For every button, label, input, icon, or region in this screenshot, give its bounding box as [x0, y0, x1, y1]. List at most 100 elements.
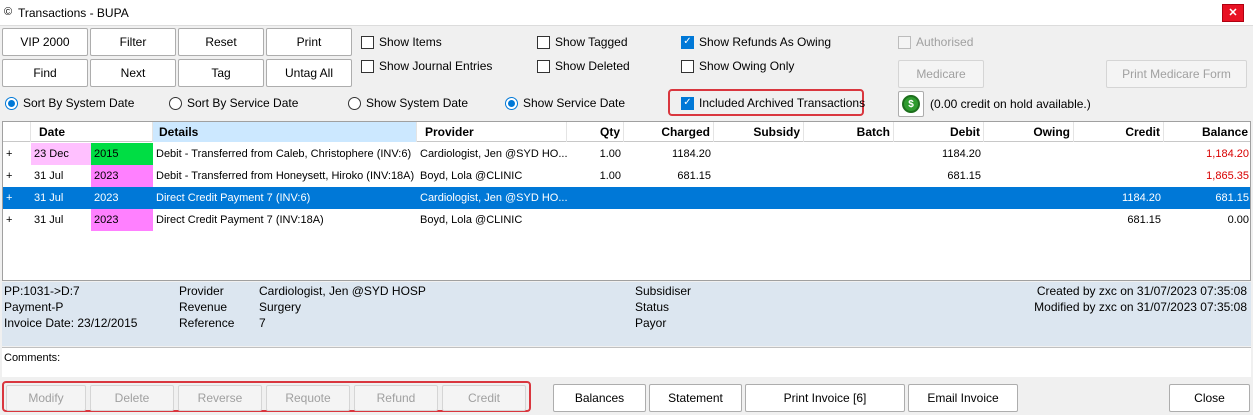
checkbox-box[interactable]	[537, 59, 550, 73]
row-provider: Cardiologist, Jen @SYD HO...	[420, 148, 567, 160]
untag-all-button[interactable]: Untag All	[266, 59, 352, 87]
transactions-grid[interactable]: Date Details Provider Qty Charged Subsid…	[2, 121, 1251, 281]
header-expand	[3, 122, 31, 142]
header-debit[interactable]: Debit	[894, 122, 984, 142]
provider-label: Provider	[179, 284, 224, 298]
header-owing[interactable]: Owing	[984, 122, 1074, 142]
show-tagged-checkbox[interactable]: Show Tagged	[537, 35, 628, 49]
email-invoice-button[interactable]: Email Invoice	[908, 384, 1018, 412]
row-details: Direct Credit Payment 7 (INV:6)	[156, 192, 311, 204]
checkbox-box[interactable]	[361, 59, 374, 73]
header-batch[interactable]: Batch	[804, 122, 894, 142]
row-details: Debit - Transferred from Caleb, Christop…	[156, 148, 412, 160]
payor-label: Payor	[635, 316, 667, 330]
sort-service-date-radio[interactable]: Sort By Service Date	[169, 96, 298, 110]
invoice-date: Invoice Date: 23/12/2015	[4, 316, 138, 330]
checkbox-box[interactable]	[537, 35, 550, 49]
expand-icon[interactable]: +	[3, 165, 31, 187]
print-invoice-button[interactable]: Print Invoice [6]	[745, 384, 905, 412]
close-button[interactable]: Close	[1169, 384, 1250, 412]
modified-info: Modified by zxc on 31/07/2023 07:35:08	[1034, 300, 1247, 314]
row-date: 31 Jul	[34, 192, 64, 204]
checkmark-icon[interactable]: ✓	[681, 96, 694, 110]
header-credit[interactable]: Credit	[1074, 122, 1164, 142]
table-row-selected[interactable]: + 31 Jul 2023 Direct Credit Payment 7 (I…	[3, 187, 1250, 209]
row-debit: 681.15	[947, 170, 981, 182]
find-button[interactable]: Find	[2, 59, 88, 87]
header-balance[interactable]: Balance	[1164, 122, 1250, 142]
authorised-label: Authorised	[916, 35, 974, 49]
row-details: Debit - Transferred from Honeysett, Hiro…	[156, 170, 415, 182]
comments-area[interactable]: Comments:	[2, 347, 1251, 377]
status-label: Status	[635, 300, 670, 314]
credit-hold-button[interactable]: $	[898, 91, 924, 117]
row-balance: 1,865.35	[1206, 170, 1249, 182]
table-row[interactable]: + 23 Dec 2015 Debit - Transferred from C…	[3, 143, 1250, 165]
next-button[interactable]: Next	[90, 59, 176, 87]
expand-icon[interactable]: +	[3, 187, 31, 209]
reset-button[interactable]: Reset	[178, 28, 264, 56]
included-archived-checkbox[interactable]: ✓ Included Archived Transactions	[681, 96, 865, 110]
checkmark-icon[interactable]: ✓	[681, 35, 694, 49]
filter-button[interactable]: Filter	[90, 28, 176, 56]
header-details[interactable]: Details	[153, 122, 417, 142]
medicare-button[interactable]: Medicare	[898, 60, 984, 88]
row-date: 23 Dec	[31, 143, 91, 165]
row-qty: 1.00	[599, 170, 621, 182]
expand-icon[interactable]: +	[3, 209, 31, 231]
balances-button[interactable]: Balances	[553, 384, 646, 412]
table-row[interactable]: + 31 Jul 2023 Debit - Transferred from H…	[3, 165, 1250, 187]
table-row[interactable]: + 31 Jul 2023 Direct Credit Payment 7 (I…	[3, 209, 1250, 231]
row-date: 31 Jul	[34, 170, 64, 182]
credit-button[interactable]: Credit	[442, 385, 526, 411]
transaction-details-panel: PP:1031->D:7 Payment-P Invoice Date: 23/…	[2, 282, 1251, 346]
show-system-date-label: Show System Date	[366, 96, 469, 110]
row-debit	[894, 209, 984, 231]
sort-system-date-radio[interactable]: Sort By System Date	[5, 96, 134, 110]
show-refunds-label: Show Refunds As Owing	[699, 35, 832, 49]
checkbox-box[interactable]	[361, 35, 374, 49]
print-button[interactable]: Print	[266, 28, 352, 56]
statement-button[interactable]: Statement	[649, 384, 742, 412]
comments-label: Comments:	[4, 352, 61, 364]
radio-icon[interactable]	[169, 96, 182, 110]
reference-label: Reference	[179, 316, 235, 330]
header-date[interactable]: Date	[31, 122, 153, 142]
show-deleted-checkbox[interactable]: Show Deleted	[537, 59, 630, 73]
radio-selected-icon[interactable]	[5, 96, 18, 110]
show-refunds-checkbox[interactable]: ✓ Show Refunds As Owing	[681, 35, 831, 49]
header-subsidy[interactable]: Subsidy	[714, 122, 804, 142]
vip-button[interactable]: VIP 2000	[2, 28, 88, 56]
modify-button[interactable]: Modify	[6, 385, 86, 411]
header-qty[interactable]: Qty	[567, 122, 624, 142]
row-charged: 681.15	[677, 170, 711, 182]
show-owing-checkbox[interactable]: Show Owing Only	[681, 59, 794, 73]
requote-button[interactable]: Requote	[266, 385, 350, 411]
header-provider[interactable]: Provider	[417, 122, 567, 142]
show-service-date-radio[interactable]: Show Service Date	[505, 96, 625, 110]
row-date: 31 Jul	[34, 214, 64, 226]
show-journal-checkbox[interactable]: Show Journal Entries	[361, 59, 492, 73]
checkbox-box[interactable]	[681, 59, 694, 73]
show-owing-label: Show Owing Only	[699, 59, 795, 73]
print-medicare-form-button[interactable]: Print Medicare Form	[1106, 60, 1247, 88]
tag-button[interactable]: Tag	[178, 59, 264, 87]
sort-service-date-label: Sort By Service Date	[187, 96, 299, 110]
show-items-checkbox[interactable]: Show Items	[361, 35, 442, 49]
row-charged	[624, 209, 714, 231]
expand-icon[interactable]: +	[3, 143, 31, 165]
header-charged[interactable]: Charged	[624, 122, 714, 142]
refund-button[interactable]: Refund	[354, 385, 438, 411]
delete-button[interactable]: Delete	[90, 385, 174, 411]
window-close-button[interactable]: ✕	[1222, 4, 1244, 22]
row-qty: 1.00	[599, 148, 621, 160]
window-title: Transactions - BUPA	[18, 6, 129, 20]
credit-hold-text: (0.00 credit on hold available.)	[930, 97, 1091, 111]
radio-selected-icon[interactable]	[505, 96, 518, 110]
reverse-button[interactable]: Reverse	[178, 385, 262, 411]
revenue-label: Revenue	[179, 300, 228, 314]
radio-icon[interactable]	[348, 96, 361, 110]
show-system-date-radio[interactable]: Show System Date	[348, 96, 468, 110]
row-year: 2023	[91, 209, 153, 231]
sort-system-date-label: Sort By System Date	[23, 96, 135, 110]
